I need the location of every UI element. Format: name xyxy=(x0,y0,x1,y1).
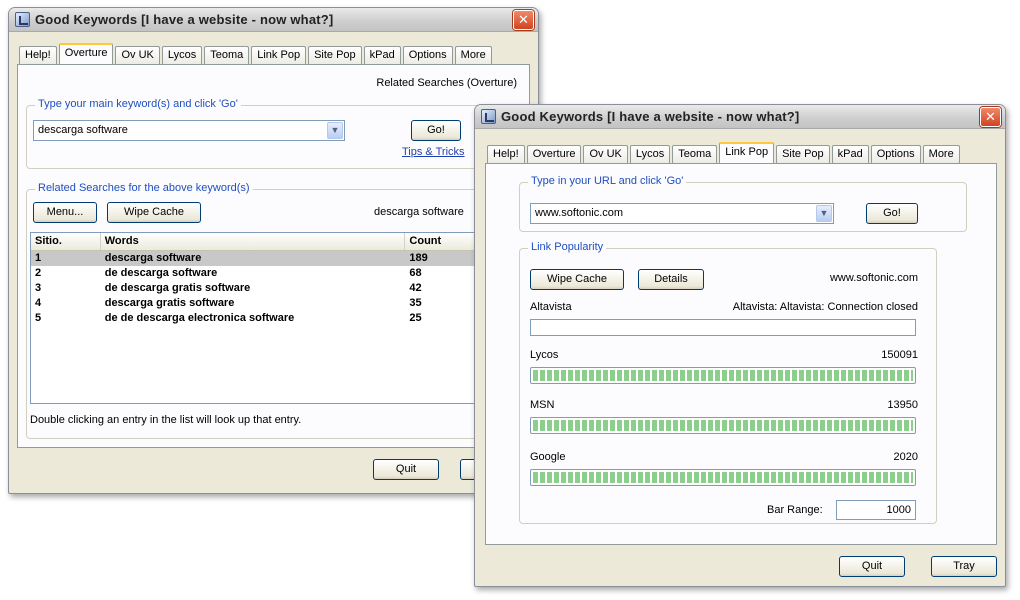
google-progress-fill xyxy=(533,472,913,483)
tab-kpad[interactable]: kPad xyxy=(831,145,869,163)
msn-progress-bar xyxy=(530,417,916,434)
related-searches-header: Related Searches (Overture) xyxy=(376,77,517,89)
wipe-cache-button[interactable]: Wipe Cache xyxy=(107,202,201,223)
close-icon[interactable]: ✕ xyxy=(980,107,1001,127)
tips-link[interactable]: Tips & Tricks xyxy=(402,146,465,158)
site-label: www.softonic.com xyxy=(829,272,918,284)
go-button[interactable]: Go! xyxy=(411,120,461,141)
tab-site-pop[interactable]: Site Pop xyxy=(308,46,362,64)
titlebar[interactable]: Good Keywords [I have a website - now wh… xyxy=(9,8,538,32)
link-pop-panel: Type in your URL and click 'Go' www.soft… xyxy=(485,163,997,545)
url-combo[interactable]: www.softonic.com ▼ xyxy=(530,203,834,224)
tab-ov-uk[interactable]: Ov UK xyxy=(583,145,628,163)
table-row[interactable]: 2 de descarga software 68 xyxy=(31,266,509,281)
keyword-group-legend: Type your main keyword(s) and click 'Go' xyxy=(35,98,241,110)
window-overture: Good Keywords [I have a website - now wh… xyxy=(8,7,539,494)
link-popularity-group: Link Popularity Wipe Cache Details www.s… xyxy=(519,241,937,524)
url-value: www.softonic.com xyxy=(535,207,624,219)
url-group-legend: Type in your URL and click 'Go' xyxy=(528,175,687,187)
engine-value-msn: 13950 xyxy=(887,399,918,411)
window-title: Good Keywords [I have a website - now wh… xyxy=(35,12,334,27)
msn-progress-fill xyxy=(533,420,913,431)
related-group-legend: Related Searches for the above keyword(s… xyxy=(35,182,253,194)
tab-overture[interactable]: Overture xyxy=(58,43,114,64)
row-pos: 2 xyxy=(35,267,42,279)
col-words[interactable]: Words xyxy=(101,233,406,250)
tab-teoma[interactable]: Teoma xyxy=(204,46,250,64)
row-pos: 5 xyxy=(35,312,42,324)
current-keyword: descarga software xyxy=(374,206,464,218)
col-sitio[interactable]: Sitio. xyxy=(31,233,101,250)
tab-kpad[interactable]: kPad xyxy=(363,46,401,64)
table-row[interactable]: 5 de de descarga electronica software 25 xyxy=(31,311,509,326)
tab-ov-uk[interactable]: Ov UK xyxy=(115,46,160,64)
close-icon[interactable]: ✕ xyxy=(513,10,534,30)
keyword-combo[interactable]: descarga software ▼ xyxy=(33,120,345,141)
menu-button[interactable]: Menu... xyxy=(33,202,97,223)
lycos-progress-fill xyxy=(533,370,913,381)
row-words: descarga software xyxy=(104,252,202,264)
hint-text: Double clicking an entry in the list wil… xyxy=(30,414,302,426)
engine-name-msn: MSN xyxy=(530,399,555,411)
details-button[interactable]: Details xyxy=(638,269,704,290)
engine-value-google: 2020 xyxy=(893,451,918,463)
lycos-progress-bar xyxy=(530,367,916,384)
tab-more[interactable]: More xyxy=(454,46,492,64)
app-icon xyxy=(481,109,496,124)
engine-name-lycos: Lycos xyxy=(530,349,559,361)
tab-strip: Help! Overture Ov UK Lycos Teoma Link Po… xyxy=(487,142,962,163)
table-row[interactable]: 3 de descarga gratis software 42 xyxy=(31,281,509,296)
keyword-group: Type your main keyword(s) and click 'Go'… xyxy=(26,98,521,169)
google-progress-bar xyxy=(530,469,916,486)
tab-teoma[interactable]: Teoma xyxy=(672,145,718,163)
row-words: de descarga gratis software xyxy=(104,282,251,294)
tab-overture[interactable]: Overture xyxy=(526,145,582,163)
bar-range-input[interactable]: 1000 xyxy=(836,500,916,520)
tab-help[interactable]: Help! xyxy=(487,145,525,163)
overture-panel: Related Searches (Overture) Type your ma… xyxy=(17,64,530,448)
engine-name-altavista: Altavista xyxy=(530,301,572,313)
wipe-cache-button[interactable]: Wipe Cache xyxy=(530,269,624,290)
table-row[interactable]: 4 descarga gratis software 35 xyxy=(31,296,509,311)
tab-lycos[interactable]: Lycos xyxy=(161,46,203,64)
row-words: de descarga software xyxy=(104,267,218,279)
tab-more[interactable]: More xyxy=(922,145,960,163)
tab-link-pop[interactable]: Link Pop xyxy=(251,46,307,64)
tray-button[interactable]: Tray xyxy=(931,556,997,577)
tab-help[interactable]: Help! xyxy=(19,46,57,64)
go-button[interactable]: Go! xyxy=(866,203,918,224)
engine-value-lycos: 150091 xyxy=(881,349,918,361)
row-pos: 1 xyxy=(35,252,42,264)
tab-options[interactable]: Options xyxy=(402,46,453,64)
tab-lycos[interactable]: Lycos xyxy=(629,145,671,163)
row-words: descarga gratis software xyxy=(104,297,235,309)
app-icon xyxy=(15,12,30,27)
quit-button[interactable]: Quit xyxy=(373,459,439,480)
dropdown-arrow-icon[interactable]: ▼ xyxy=(816,205,832,222)
quit-button[interactable]: Quit xyxy=(839,556,905,577)
row-pos: 4 xyxy=(35,297,42,309)
engine-name-google: Google xyxy=(530,451,566,463)
url-group: Type in your URL and click 'Go' www.soft… xyxy=(519,175,967,232)
table-row[interactable]: 1 descarga software 189 xyxy=(31,251,509,266)
bar-range-label: Bar Range: xyxy=(767,504,823,516)
tab-site-pop[interactable]: Site Pop xyxy=(776,145,830,163)
link-pop-legend: Link Popularity xyxy=(528,241,607,253)
dropdown-arrow-icon[interactable]: ▼ xyxy=(327,122,343,139)
tab-options[interactable]: Options xyxy=(870,145,921,163)
window-link-pop: Good Keywords [I have a website - now wh… xyxy=(474,104,1006,587)
row-pos: 3 xyxy=(35,282,42,294)
tab-link-pop[interactable]: Link Pop xyxy=(719,142,775,163)
related-group: Related Searches for the above keyword(s… xyxy=(26,182,521,439)
engine-value-altavista: Altavista: Altavista: Connection closed xyxy=(732,301,918,313)
tab-strip: Help! Overture Ov UK Lycos Teoma Link Po… xyxy=(19,43,494,64)
window-title: Good Keywords [I have a website - now wh… xyxy=(501,109,800,124)
bar-range-value: 1000 xyxy=(886,504,911,516)
list-header: Sitio. Words Count xyxy=(31,233,509,251)
keyword-value: descarga software xyxy=(38,124,128,136)
row-words: de de descarga electronica software xyxy=(104,312,295,324)
titlebar[interactable]: Good Keywords [I have a website - now wh… xyxy=(475,105,1005,129)
related-searches-list[interactable]: Sitio. Words Count 1 descarga software 1… xyxy=(30,232,510,404)
altavista-result-field xyxy=(530,319,916,336)
